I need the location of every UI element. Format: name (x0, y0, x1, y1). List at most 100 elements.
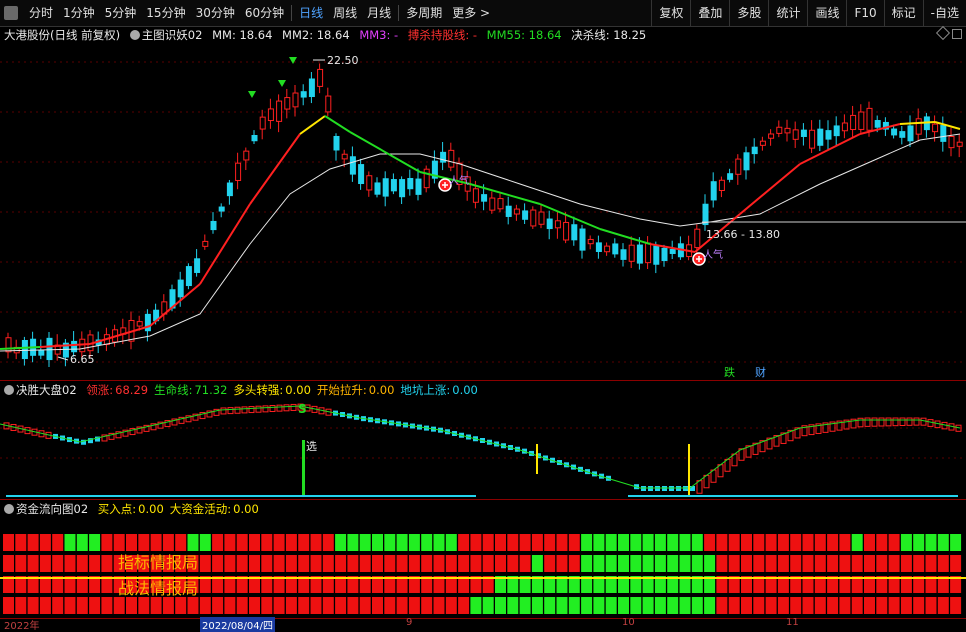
fund-flow-cell (691, 534, 703, 551)
fund-flow-cell (212, 555, 224, 572)
panel3-name[interactable]: 资金流向图02 (16, 502, 88, 516)
candle-body (472, 188, 479, 203)
fund-flow-cell (950, 597, 962, 614)
fund-flow-cell (347, 597, 359, 614)
fund-flow-cell (27, 534, 39, 551)
fund-flow-cell (531, 555, 543, 572)
tab-period-9[interactable]: 多周期 (401, 0, 447, 26)
toolbar-button-6[interactable]: 标记 (883, 0, 923, 26)
fund-flow-cell (556, 597, 568, 614)
fund-flow-cell (39, 555, 51, 572)
tab-period-8[interactable]: 月线 (362, 0, 396, 26)
candle-body (620, 249, 627, 260)
date-label-year: 2022年 (4, 621, 40, 632)
item-value: 0.00 (452, 383, 478, 397)
panel3-values: 买入点: 0.00 大资金活动: 0.00 (98, 502, 265, 516)
panel2-bar (290, 403, 297, 411)
candle-body (366, 175, 373, 191)
fund-flow-cell (482, 534, 494, 551)
ma-white-line (0, 133, 961, 352)
tab-period-10[interactable]: 更多 > (447, 0, 495, 26)
item-value: 0.00 (233, 502, 259, 516)
fund-flow-cell (765, 534, 777, 551)
toolbar-button-2[interactable]: 多股 (729, 0, 768, 26)
indicator-name[interactable]: 主图识妖02 (142, 28, 203, 42)
panel3-fund-flow-grid[interactable]: 指标情报局 战法情报局 (0, 534, 966, 618)
toolbar-button-7[interactable]: -自选 (922, 0, 966, 26)
marker-s: S (298, 402, 307, 416)
tab-period-1[interactable]: 1分钟 (58, 0, 100, 26)
fund-flow-cell (285, 555, 297, 572)
fund-flow-cell (790, 534, 802, 551)
tab-period-3[interactable]: 15分钟 (141, 0, 190, 26)
fund-flow-cell (224, 597, 236, 614)
panel-divider-1[interactable] (0, 380, 966, 381)
maximize-icon[interactable] (952, 29, 962, 39)
ma-segment (739, 163, 801, 215)
candle-body (194, 258, 201, 273)
tab-period-5[interactable]: 60分钟 (240, 0, 289, 26)
candle-body (267, 108, 274, 122)
fund-flow-cell (495, 597, 506, 614)
panel3-settings-icon[interactable] (4, 504, 14, 514)
panel2-bar (276, 404, 283, 412)
fund-flow-cell (704, 534, 716, 551)
candle-body (735, 158, 742, 175)
fund-flow-cell (802, 597, 814, 614)
fund-flow-cell (322, 555, 334, 572)
fund-flow-cell (150, 597, 162, 614)
tab-period-4[interactable]: 30分钟 (191, 0, 240, 26)
date-label-cursor: 2022/08/04/四 (200, 617, 276, 632)
panel-divider-2[interactable] (0, 499, 966, 500)
panel2-info: 决胜大盘02 领涨: 68.29 生命线: 71.32 多头转强: 0.00 开始拉升: 0.… (4, 382, 490, 398)
toolbar-button-0[interactable]: 复权 (651, 0, 690, 26)
fund-flow-cell (618, 597, 629, 614)
fund-flow-cell (322, 534, 334, 551)
indicator-settings-icon[interactable] (129, 30, 140, 40)
panel2-chart[interactable]: S 选 (0, 398, 966, 498)
panel-toggle-icon[interactable] (4, 6, 18, 20)
fund-flow-cell (531, 597, 543, 614)
fund-flow-cell (384, 597, 396, 614)
candle-body (497, 198, 504, 210)
panel2-name[interactable]: 决胜大盘02 (16, 383, 77, 397)
fund-flow-cell (126, 534, 137, 551)
main-candlestick-chart[interactable]: 22.50 6.65 13.66 - 13.80 人气 人气 跌 财 (0, 44, 966, 380)
panel2-bar (248, 406, 255, 414)
fund-flow-cell (408, 597, 420, 614)
fund-flow-cell (359, 555, 371, 572)
fund-flow-cell (507, 555, 519, 572)
fund-flow-cell (27, 555, 39, 572)
fund-flow-cell (261, 555, 273, 572)
toolbar-button-1[interactable]: 叠加 (690, 0, 729, 26)
tab-period-6[interactable]: 日线 (294, 0, 328, 26)
fund-flow-cell (814, 555, 826, 572)
panel2-bar (269, 405, 276, 412)
tab-period-7[interactable]: 周线 (328, 0, 362, 26)
panel2-bar (283, 404, 290, 412)
panel2-settings-icon[interactable] (4, 385, 14, 395)
fund-flow-cell (15, 534, 27, 551)
fund-flow-cell (495, 555, 506, 572)
toolbar-button-5[interactable]: F10 (846, 0, 883, 26)
fund-flow-cell (458, 597, 470, 614)
candle-body (325, 95, 332, 113)
fund-flow-cell (199, 555, 211, 572)
candle-body (833, 125, 840, 137)
fund-flow-cell (728, 534, 740, 551)
fund-flow-cell (396, 555, 408, 572)
fund-flow-cell (556, 555, 568, 572)
fund-flow-cell (212, 597, 224, 614)
fund-flow-cell (913, 597, 925, 614)
panel2-green-line (0, 405, 961, 489)
tab-period-2[interactable]: 5分钟 (100, 0, 142, 26)
panel2-bar (227, 407, 234, 415)
signal-marker-1[interactable]: 人气 (438, 174, 469, 192)
toolbar-button-4[interactable]: 画线 (807, 0, 846, 26)
panel3-items-1: 大资金活动: 0.00 (170, 502, 259, 516)
collapse-diamond-icon[interactable] (935, 25, 951, 41)
toolbar-button-3[interactable]: 统计 (768, 0, 807, 26)
tab-period-0[interactable]: 分时 (24, 0, 58, 26)
candle-body (809, 129, 816, 149)
panel2-bar (927, 419, 934, 427)
